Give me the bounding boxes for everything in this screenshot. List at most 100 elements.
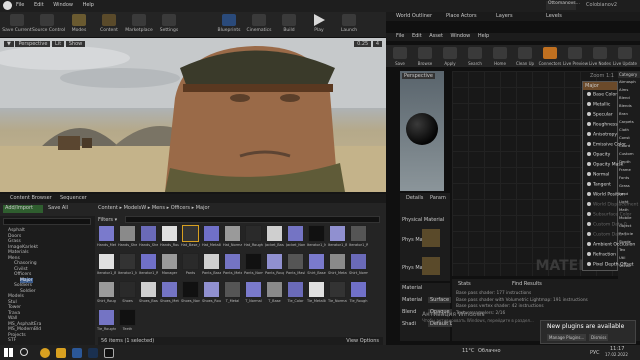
asset-thumbnail[interactable]: [203, 281, 220, 298]
breadcrumb-mens[interactable]: Mens: [152, 205, 165, 211]
material-pin[interactable]: Specular: [587, 112, 613, 118]
breadcrumb-officers[interactable]: Officers: [171, 205, 190, 211]
asset-thumbnail[interactable]: [98, 281, 115, 298]
clock-date[interactable]: 17.02.2022: [605, 352, 628, 357]
material-toolbar-button-7[interactable]: Live Preview: [563, 46, 588, 70]
source-control-button[interactable]: Source Control: [32, 13, 65, 37]
folder-14[interactable]: Tower: [8, 305, 21, 310]
tab-content-browser[interactable]: Content Browser: [10, 195, 52, 201]
asset-thumbnail[interactable]: [119, 281, 136, 298]
folder-1[interactable]: Doors: [8, 234, 21, 239]
menu-help[interactable]: Help: [83, 2, 94, 8]
blueprints-button[interactable]: Blueprints: [214, 13, 244, 37]
save-all-button[interactable]: Save All: [46, 205, 74, 213]
breadcrumb-major[interactable]: Major: [196, 205, 210, 211]
folder-15[interactable]: Trava: [8, 311, 20, 316]
material-pin[interactable]: Subsurface Color: [587, 212, 631, 218]
asset-thumbnail[interactable]: [308, 225, 325, 242]
show-button[interactable]: Show: [65, 41, 86, 47]
cinematics-button[interactable]: Cinematics: [244, 13, 274, 37]
folder-3[interactable]: ImageKarlekt: [8, 245, 38, 250]
taskbar-unreal-icon[interactable]: [104, 348, 114, 358]
tab-details[interactable]: Details: [406, 195, 423, 201]
asset-thumbnail[interactable]: [224, 225, 241, 242]
tab-layers[interactable]: Layers: [496, 13, 513, 19]
asset-thumbnail[interactable]: [308, 281, 325, 298]
save-current-button[interactable]: Save Current: [2, 13, 32, 37]
material-toolbar-button-8[interactable]: Live Nodes: [588, 46, 612, 70]
material-toolbar-button-4[interactable]: Home: [488, 46, 512, 70]
asset-search-input[interactable]: [125, 216, 380, 223]
material-toolbar-button-0[interactable]: Save: [388, 46, 412, 70]
folder-search-input[interactable]: [3, 218, 91, 225]
taskbar-chrome-icon[interactable]: [40, 348, 50, 358]
viewport-menu-button[interactable]: ▼: [4, 41, 14, 47]
tab-stats[interactable]: Stats: [458, 281, 471, 287]
asset-thumbnail[interactable]: [98, 253, 115, 270]
asset-thumbnail[interactable]: [329, 253, 346, 270]
material-pin[interactable]: Refraction: [587, 252, 616, 258]
domain-select[interactable]: Surface: [428, 297, 452, 303]
taskbar-word-icon[interactable]: [72, 348, 82, 358]
asset-thumbnail[interactable]: [203, 225, 220, 242]
material-preview-viewport[interactable]: Perspective: [400, 71, 444, 191]
asset-thumbnail[interactable]: [224, 281, 241, 298]
build-button[interactable]: Build: [274, 13, 304, 37]
palette-category[interactable]: Alms: [618, 86, 640, 94]
asset-thumbnail[interactable]: [266, 225, 283, 242]
material-toolbar-button-9[interactable]: Live Update: [613, 46, 637, 70]
filters-button[interactable]: Filters ▾: [98, 217, 117, 223]
me-menu-help[interactable]: Help: [478, 33, 489, 39]
tab-find-results[interactable]: Find Results: [512, 281, 542, 287]
preview-perspective-button[interactable]: Perspective: [402, 73, 435, 79]
palette-category[interactable]: Blend: [618, 94, 640, 102]
asset-thumbnail[interactable]: [182, 281, 199, 298]
folder-4[interactable]: Materials: [8, 250, 29, 255]
palette-category[interactable]: Fonts: [618, 174, 640, 182]
weather-temp[interactable]: 11°C: [462, 348, 474, 354]
material-pin[interactable]: Roughness: [587, 122, 618, 128]
folder-16[interactable]: Wall: [8, 316, 17, 321]
folder-17[interactable]: MS_AsphaltEra: [8, 322, 41, 327]
content-button[interactable]: Content: [94, 13, 124, 37]
play-button[interactable]: Play: [304, 13, 334, 37]
palette-category[interactable]: Cloth: [618, 126, 640, 134]
folder-11[interactable]: Soldier: [20, 289, 36, 294]
tab-place-actors[interactable]: Place Actors: [446, 13, 477, 19]
material-toolbar-button-2[interactable]: Apply: [438, 46, 462, 70]
material-pin[interactable]: World Displacement: [587, 202, 638, 208]
asset-thumbnail[interactable]: [161, 225, 178, 242]
language-indicator[interactable]: РУС: [590, 350, 600, 356]
asset-thumbnail[interactable]: [287, 225, 304, 242]
folder-18[interactable]: MS_ModernBld: [8, 327, 41, 332]
palette-category[interactable]: Bran: [618, 110, 640, 118]
asset-thumbnail[interactable]: [329, 225, 346, 242]
palette-category[interactable]: Atmosph: [618, 78, 640, 86]
asset-thumbnail[interactable]: [182, 225, 199, 242]
menu-file[interactable]: File: [16, 2, 24, 8]
material-pin[interactable]: Pixel Depth Offset: [587, 262, 634, 268]
asset-thumbnail[interactable]: [119, 309, 136, 326]
palette-category[interactable]: Const: [618, 134, 640, 142]
material-toolbar-button-1[interactable]: Browse: [413, 46, 437, 70]
palette-category[interactable]: Custom: [618, 150, 640, 158]
asset-thumbnail[interactable]: [245, 253, 262, 270]
level-viewport[interactable]: ▼ Perspective Lit Show 0.25 4: [0, 38, 386, 192]
asset-thumbnail[interactable]: [287, 281, 304, 298]
asset-thumbnail[interactable]: [245, 281, 262, 298]
folder-2[interactable]: Grass: [8, 239, 21, 244]
folder-20[interactable]: STF: [8, 338, 16, 343]
folder-13[interactable]: Stul: [8, 300, 17, 305]
lit-button[interactable]: Lit: [52, 41, 65, 47]
camera-speed[interactable]: 0.25: [354, 41, 372, 47]
breadcrumb-content[interactable]: Content: [98, 205, 118, 211]
menu-edit[interactable]: Edit: [34, 2, 44, 8]
search-icon[interactable]: [20, 348, 28, 356]
asset-thumbnail[interactable]: [140, 225, 157, 242]
me-menu-file[interactable]: File: [396, 33, 404, 39]
asset-thumbnail[interactable]: [140, 281, 157, 298]
launch-button[interactable]: Launch: [334, 13, 364, 37]
material-pin[interactable]: Custom Data 1: [587, 232, 627, 238]
taskbar-photoshop-icon[interactable]: [88, 348, 98, 358]
modes-button[interactable]: Modes: [64, 13, 94, 37]
